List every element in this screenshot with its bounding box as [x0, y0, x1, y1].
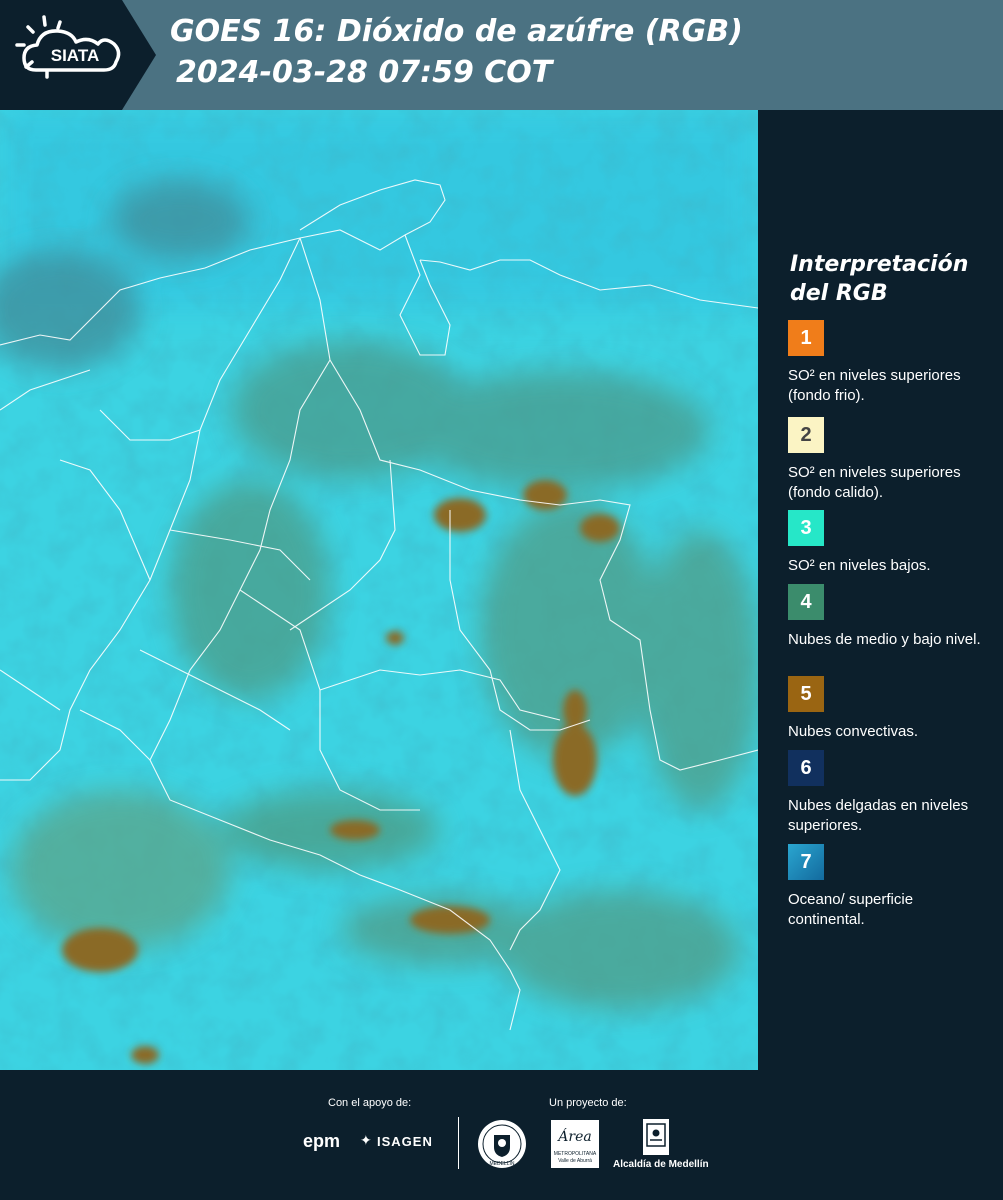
project-label: Un proyecto de: — [549, 1097, 627, 1109]
alcaldia-crest-icon — [643, 1119, 669, 1155]
legend-swatch-1: 1 — [788, 320, 824, 356]
logo-tab: SIATA — [0, 0, 156, 110]
alcaldia-label: Alcaldía de Medellín — [613, 1159, 709, 1170]
timestamp: 2024-03-28 07:59 COT — [176, 55, 553, 90]
legend-swatch-7: 7 — [788, 844, 824, 880]
page-title: GOES 16: Dióxido de azúfre (RGB) — [170, 14, 743, 49]
legend-text-7: Oceano/ superficie continental. — [788, 891, 914, 928]
legend-swatch-4: 4 — [788, 584, 824, 620]
legend-text-3: SO² en niveles bajos. — [788, 557, 931, 574]
legend-title: Interpretación del RGB — [790, 252, 969, 306]
legend-item-1: 1 SO² en niveles superiores (fondo frio)… — [788, 320, 988, 406]
legend-swatch-5: 5 — [788, 676, 824, 712]
epm-logo: epm — [303, 1131, 341, 1151]
legend-panel: Interpretación del RGB 1 SO² en niveles … — [758, 110, 1003, 1070]
legend-swatch-2: 2 — [788, 417, 824, 453]
area-logo-text: Área — [558, 1129, 592, 1145]
satellite-map — [0, 110, 758, 1070]
isagen-icon: ✦ — [360, 1132, 372, 1148]
support-label: Con el apoyo de: — [328, 1097, 412, 1109]
legend-item-7: 7 Oceano/ superficie continental. — [788, 844, 988, 930]
legend-item-3: 3 SO² en niveles bajos. — [788, 510, 988, 576]
legend-item-4: 4 Nubes de medio y bajo nivel. — [788, 584, 988, 650]
header: SIATA GOES 16: Dióxido de azúfre (RGB) 2… — [0, 0, 1003, 110]
legend-text-4: Nubes de medio y bajo nivel. — [788, 631, 981, 648]
legend-item-2: 2 SO² en niveles superiores (fondo calid… — [788, 417, 988, 503]
legend-swatch-6: 6 — [788, 750, 824, 786]
legend-text-2: SO² en niveles superiores (fondo calido)… — [788, 464, 961, 501]
satellite-image — [0, 110, 758, 1070]
isagen-logo: ✦ ISAGEN — [360, 1132, 440, 1152]
medellin-seal-icon: MEDELLÍN — [478, 1120, 526, 1168]
area-metropolitana-logo: Área METROPOLITANA Valle de Aburrá — [551, 1120, 599, 1168]
area-logo-sub2: Valle de Aburrá — [558, 1158, 592, 1164]
isagen-text: ISAGEN — [377, 1134, 433, 1149]
legend-item-5: 5 Nubes convectivas. — [788, 676, 988, 742]
svg-text:SIATA: SIATA — [51, 46, 99, 65]
footer: Con el apoyo de: Un proyecto de: epm ✦ I… — [0, 1070, 1003, 1200]
legend-text-5: Nubes convectivas. — [788, 723, 919, 740]
footer-divider — [458, 1117, 459, 1169]
legend-text-1: SO² en niveles superiores (fondo frio). — [788, 367, 961, 404]
legend-text-6: Nubes delgadas en niveles superiores. — [788, 797, 969, 834]
svg-text:MEDELLÍN: MEDELLÍN — [489, 1160, 514, 1167]
legend-swatch-3: 3 — [788, 510, 824, 546]
legend-item-6: 6 Nubes delgadas en niveles superiores. — [788, 750, 988, 836]
area-logo-sub1: METROPOLITANA — [553, 1151, 597, 1157]
